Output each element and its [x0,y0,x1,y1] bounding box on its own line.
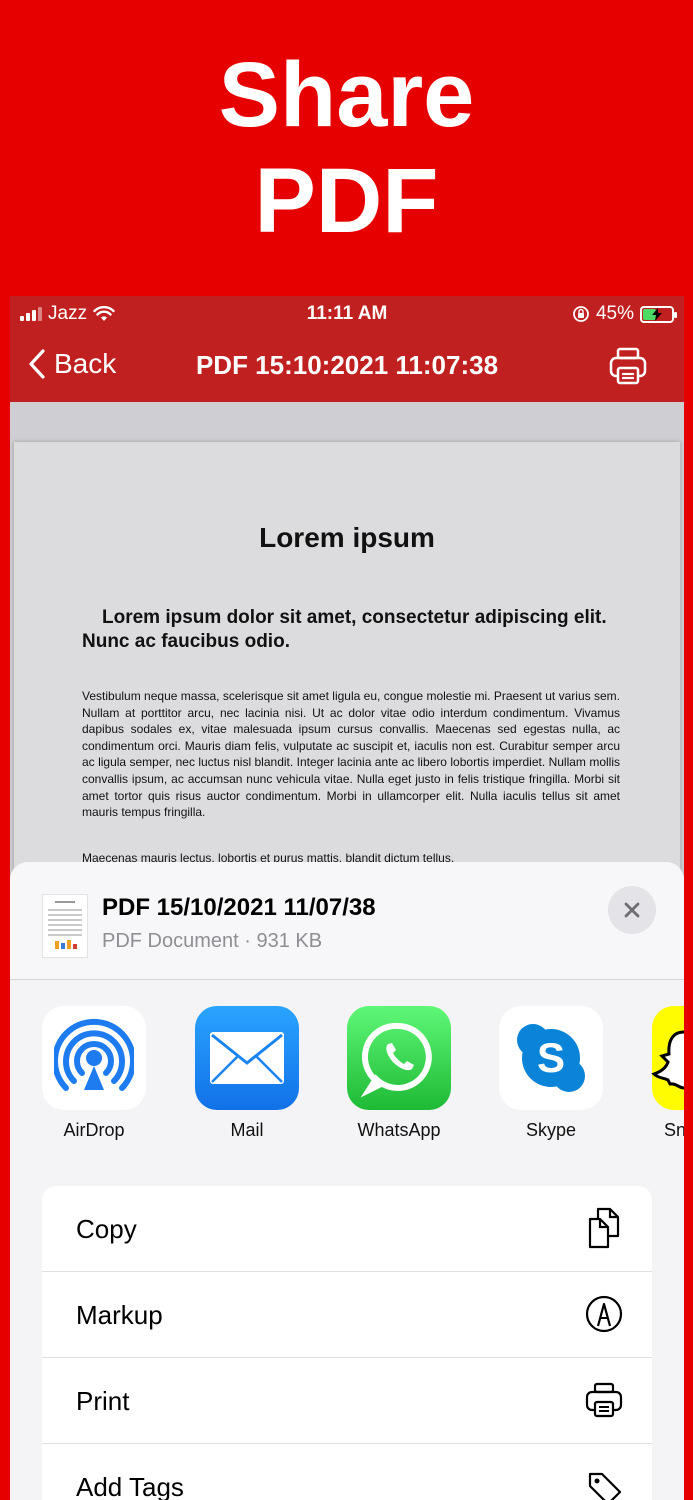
action-label: Copy [76,1214,137,1244]
share-app-label: Mail [230,1120,264,1140]
action-label: Print [76,1386,130,1416]
printer-icon [585,1382,623,1418]
share-app-skype[interactable]: S Skype [499,1006,603,1141]
promo-title: Share PDF [219,42,475,254]
markup-icon [585,1295,623,1333]
snapchat-icon [651,1006,684,1110]
promo-title-line2: PDF [254,150,439,252]
share-app-label: WhatsApp [357,1120,441,1140]
skype-icon: S [499,1006,603,1110]
status-right: 45% [572,303,677,325]
promo-title-line1: Share [218,44,475,146]
close-button[interactable] [608,886,656,934]
battery-icon [640,305,677,323]
svg-text:S: S [537,1034,565,1081]
share-app-whatsapp[interactable]: WhatsApp [347,1006,451,1141]
file-meta: PDF Document · 931 KB [102,930,323,952]
share-sheet: PDF 15/10/2021 11/07/38 PDF Document · 9… [10,862,684,1500]
pdf-page: Lorem ipsum Lorem ipsum dolor sit amet, … [14,442,680,882]
share-sheet-header: PDF 15/10/2021 11/07/38 PDF Document · 9… [10,862,684,980]
action-label: Markup [76,1300,163,1330]
share-actions-list: Copy Markup Print Add Tags [42,1186,652,1500]
copy-icon [588,1207,620,1249]
file-thumbnail [42,894,88,958]
document-preview[interactable]: Lorem ipsum Lorem ipsum dolor sit amet, … [10,402,684,882]
share-app-snapchat[interactable]: Sn [651,1006,684,1141]
tag-icon [588,1472,622,1500]
promo-banner: Share PDF [0,0,693,296]
share-app-label: Skype [525,1120,577,1140]
whatsapp-icon [347,1006,451,1110]
share-app-label: AirDrop [63,1120,125,1140]
action-markup[interactable]: Markup [42,1272,652,1358]
orientation-lock-icon [573,306,589,322]
action-add-tags[interactable]: Add Tags [42,1444,652,1500]
share-apps-row: AirDrop Mail WhatsApp S Skype Sn [10,980,684,1185]
doc-paragraph-1: Vestibulum neque massa, scelerisque sit … [82,689,620,820]
action-copy[interactable]: Copy [42,1186,652,1272]
action-print[interactable]: Print [42,1358,652,1444]
nav-title: PDF 15:10:2021 11:07:38 [195,350,499,380]
file-name: PDF 15/10/2021 11/07/38 [102,894,376,921]
printer-icon [609,347,647,385]
doc-subheading: Lorem ipsum dolor sit amet, consectetur … [82,607,607,652]
battery-percent: 45% [595,303,634,324]
print-button[interactable] [608,346,648,386]
mail-icon [195,1006,299,1110]
share-app-label: Sn [664,1120,684,1140]
share-app-airdrop[interactable]: AirDrop [42,1006,146,1141]
navigation-bar: Back PDF 15:10:2021 11:07:38 [10,330,684,402]
close-icon [624,902,640,918]
share-app-mail[interactable]: Mail [195,1006,299,1141]
action-label: Add Tags [76,1472,184,1500]
airdrop-icon [42,1006,146,1110]
phone-screen: Jazz 11:11 AM 45% Back PDF 15:10:2021 11… [10,296,684,1500]
status-bar: Jazz 11:11 AM 45% [10,296,684,330]
doc-heading: Lorem ipsum [259,522,435,553]
